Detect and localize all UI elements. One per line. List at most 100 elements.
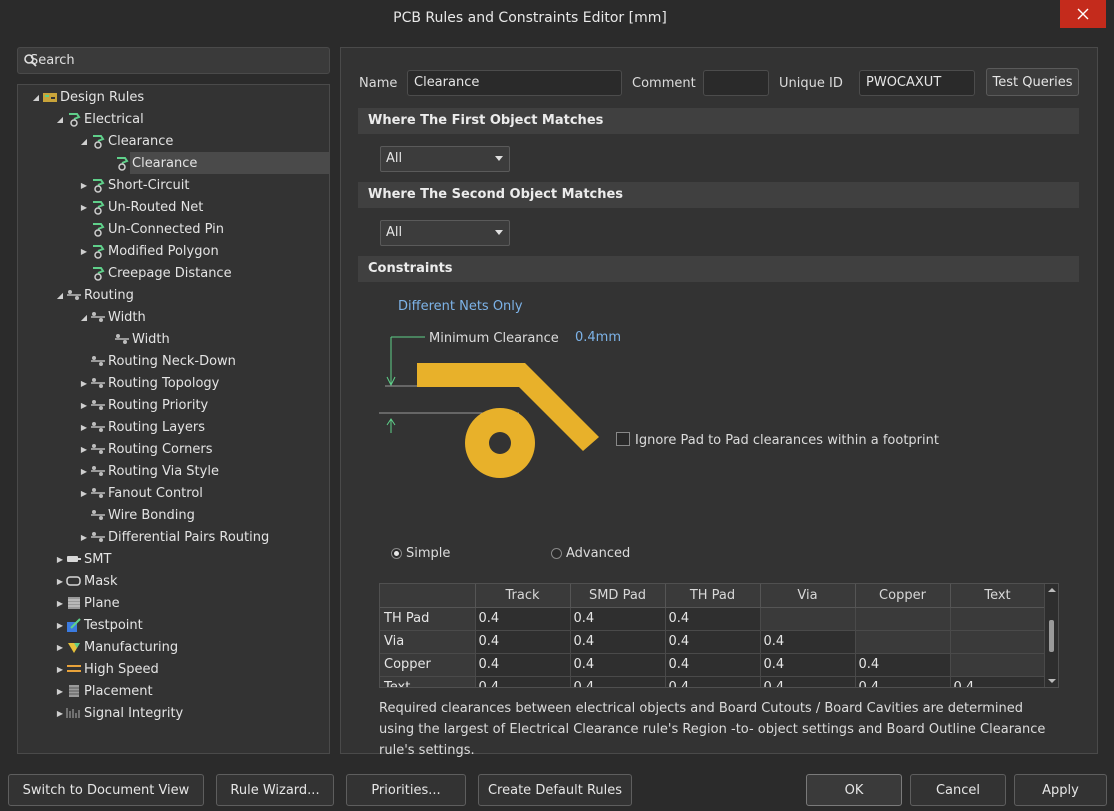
matrix-cell[interactable]: 0.4 [760,676,856,687]
matrix-scrollbar[interactable] [1044,584,1058,687]
tree-item[interactable]: Wire Bonding [78,504,195,526]
matrix-cell[interactable]: 0.4 [475,607,571,631]
tree-item[interactable]: ▶ SMT [54,548,112,570]
switch-document-view-button[interactable]: Switch to Document View [8,774,204,806]
tree-item[interactable]: ◢ Clearance [78,130,173,152]
create-default-rules-button[interactable]: Create Default Rules [478,774,632,806]
tree-item[interactable]: ◢ Width [78,306,146,328]
matrix-cell[interactable]: 0.4 [570,607,666,631]
matrix-cell[interactable]: 0.4 [570,653,666,677]
first-object-dropdown[interactable]: All [380,146,510,172]
constraints-header: Constraints [358,256,1079,282]
matrix-cell[interactable]: 0.4 [665,630,761,654]
tree-item[interactable]: ◢ Routing [54,284,134,306]
collapse-arrow-icon[interactable]: ◢ [54,115,66,124]
expand-arrow-icon[interactable]: ▶ [78,379,90,388]
matrix-cell-empty [855,607,951,631]
tree-item[interactable]: ▶ Mask [54,570,118,592]
collapse-arrow-icon[interactable]: ◢ [54,291,66,300]
matrix-cell[interactable]: 0.4 [570,676,666,687]
expand-arrow-icon[interactable]: ▶ [78,247,90,256]
tree-item[interactable]: Un-Connected Pin [78,218,224,240]
tree-item[interactable]: Routing Neck-Down [78,350,236,372]
tree-item[interactable]: ▶ Routing Layers [78,416,205,438]
comment-field[interactable] [703,70,769,96]
matrix-cell[interactable]: 0.4 [665,653,761,677]
placement-icon [66,683,82,699]
tree-item[interactable]: Width [102,328,170,350]
rule-wizard-button[interactable]: Rule Wizard... [216,774,334,806]
simple-radio[interactable] [391,548,402,559]
search-box[interactable]: Search [17,47,330,74]
tree-item[interactable]: ◢ Design Rules [30,86,144,108]
second-object-value: All [386,225,403,240]
expand-arrow-icon[interactable]: ▶ [78,467,90,476]
apply-button[interactable]: Apply [1014,774,1107,806]
collapse-arrow-icon[interactable]: ◢ [30,93,42,102]
matrix-cell[interactable]: 0.4 [760,653,856,677]
tree-item[interactable]: Clearance [102,152,197,174]
expand-arrow-icon[interactable]: ▶ [78,445,90,454]
matrix-cell[interactable]: 0.4 [760,630,856,654]
expand-arrow-icon[interactable]: ▶ [54,577,66,586]
tree-item[interactable]: ▶ High Speed [54,658,159,680]
matrix-cell[interactable]: 0.4 [665,676,761,687]
clearance-matrix: Track SMD Pad TH Pad Via Copper Text TH Pad 0.4… [379,583,1059,688]
expand-arrow-icon[interactable]: ▶ [54,621,66,630]
tree-item[interactable]: ▶ Short-Circuit [78,174,189,196]
expand-arrow-icon[interactable]: ▶ [78,489,90,498]
expand-arrow-icon[interactable]: ▶ [54,665,66,674]
priorities-button[interactable]: Priorities... [346,774,466,806]
matrix-cell[interactable]: 0.4 [475,676,571,687]
tree-item[interactable]: ▶ Plane [54,592,120,614]
matrix-cell[interactable]: 0.4 [665,607,761,631]
expand-arrow-icon[interactable]: ▶ [78,533,90,542]
expand-arrow-icon[interactable]: ▶ [54,599,66,608]
column-header: Via [760,584,856,608]
expand-arrow-icon[interactable]: ▶ [78,203,90,212]
search-placeholder: Search [30,53,75,68]
expand-arrow-icon[interactable]: ▶ [78,423,90,432]
matrix-cell[interactable]: 0.4 [855,653,951,677]
expand-arrow-icon[interactable]: ▶ [54,555,66,564]
tree-item[interactable]: ▶ Modified Polygon [78,240,219,262]
rule-icon [90,177,106,193]
matrix-cell[interactable]: 0.4 [475,653,571,677]
scroll-thumb[interactable] [1049,620,1054,652]
tree-item[interactable]: ◢ Electrical [54,108,144,130]
expand-arrow-icon[interactable]: ▶ [78,181,90,190]
tree-item[interactable]: ▶ Routing Priority [78,394,208,416]
tree-item[interactable]: Creepage Distance [78,262,232,284]
tree-item[interactable]: ▶ Placement [54,680,153,702]
name-field[interactable]: Clearance [407,70,622,96]
tree-item[interactable]: ▶ Signal Integrity [54,702,183,724]
matrix-cell[interactable]: 0.4 [855,676,951,687]
cancel-button[interactable]: Cancel [910,774,1006,806]
matrix-cell[interactable]: 0.4 [570,630,666,654]
tree-item[interactable]: ▶ Routing Corners [78,438,213,460]
tree-item[interactable]: ▶ Differential Pairs Routing [78,526,269,548]
matrix-cell[interactable]: 0.4 [475,630,571,654]
ignore-pad-checkbox[interactable] [616,432,630,446]
tree-item[interactable]: ▶ Manufacturing [54,636,178,658]
expand-arrow-icon[interactable]: ▶ [54,643,66,652]
tree-item[interactable]: ▶ Fanout Control [78,482,203,504]
expand-arrow-icon[interactable]: ▶ [78,401,90,410]
second-object-dropdown[interactable]: All [380,220,510,246]
tree-item[interactable]: ▶ Routing Topology [78,372,219,394]
net-scope-selector[interactable]: Different Nets Only [398,299,523,314]
ok-button[interactable]: OK [806,774,902,806]
test-queries-button[interactable]: Test Queries [986,68,1079,96]
collapse-arrow-icon[interactable]: ◢ [78,137,90,146]
collapse-arrow-icon[interactable]: ◢ [78,313,90,322]
tree-item[interactable]: ▶ Routing Via Style [78,460,219,482]
expand-arrow-icon[interactable]: ▶ [54,709,66,718]
tree-item[interactable]: ▶ Un-Routed Net [78,196,203,218]
tree-item[interactable]: ▶ Testpoint [54,614,143,636]
tree-item-label: Plane [84,595,120,611]
unique-id-field[interactable]: PWOCAXUT [859,70,975,96]
expand-arrow-icon[interactable]: ▶ [54,687,66,696]
advanced-radio[interactable] [551,548,562,559]
matrix-cell[interactable]: 0.4 [950,676,1046,687]
close-button[interactable] [1060,0,1106,28]
